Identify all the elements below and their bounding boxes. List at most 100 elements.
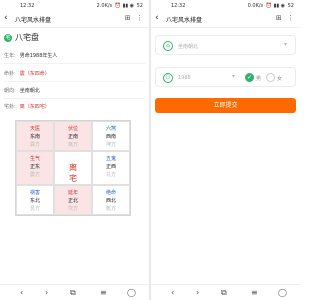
back-icon[interactable]: ‹ bbox=[4, 13, 8, 23]
status-icons: ⏰ ▮▮ ◉ bbox=[114, 3, 135, 9]
more-icon[interactable]: ⋮ bbox=[136, 14, 143, 22]
back-icon[interactable]: ‹ bbox=[155, 13, 159, 23]
direction: 正西 bbox=[105, 164, 116, 170]
chevron-down-icon: ▾ bbox=[283, 41, 287, 48]
title-actions: ⊞ ⋮ bbox=[122, 14, 143, 22]
info-row-house-trigram: 宅卦: 离（东四宅） bbox=[4, 103, 50, 110]
title-bar: ‹ 八宅风水排盘 ⊞ ⋮ bbox=[151, 11, 300, 27]
direction: 西北 bbox=[105, 198, 116, 204]
status-time: 12:32 bbox=[171, 3, 186, 9]
battery-level: 52 bbox=[287, 3, 294, 9]
status-right: 2.0K/s ⏰ ▮▮ ◉ 52 bbox=[96, 3, 143, 9]
more-icon[interactable]: ⋮ bbox=[287, 14, 294, 22]
direction: 东北 bbox=[29, 198, 40, 204]
user-icon: ⚇ bbox=[163, 73, 173, 83]
orientation-placeholder: 坐南朝北 bbox=[178, 44, 199, 50]
trigram-label: 坤方 bbox=[105, 142, 116, 148]
male-label: 男 bbox=[256, 76, 262, 82]
grid-center: 离宅 bbox=[54, 151, 92, 185]
grid-cell: 祸害 东北 艮方 bbox=[16, 185, 54, 215]
status-bar: 12:32 2.0K/s ⏰ ▮▮ ◉ 52 bbox=[0, 0, 149, 11]
trigram-label: 兑方 bbox=[105, 172, 116, 178]
info-value: 男命1988年生人 bbox=[19, 53, 58, 59]
status-right: 0.0K/s ⏰ ▮▮ ◉ 52 bbox=[247, 3, 294, 9]
info-value: 震（东四命） bbox=[19, 71, 50, 77]
nav-bar: ‹ › ⧉ ≡ ◯ bbox=[0, 284, 149, 300]
network-speed: 0.0K/s bbox=[247, 3, 264, 9]
right-screen: 12:32 0.0K/s ⏰ ▮▮ ◉ 52 ‹ 八宅风水排盘 ⊞ ⋮ ⌂ 坐南… bbox=[151, 0, 300, 300]
status-time: 12:32 bbox=[20, 3, 35, 9]
nav-menu-icon[interactable]: ≡ bbox=[100, 288, 107, 297]
trigram-label: 艮方 bbox=[29, 206, 40, 212]
status-icons: ⏰ ▮▮ ◉ bbox=[265, 3, 286, 9]
title-bar: ‹ 八宅风水排盘 ⊞ ⋮ bbox=[0, 11, 149, 27]
nav-menu-icon[interactable]: ≡ bbox=[251, 288, 258, 297]
nav-tabs-icon[interactable]: ⧉ bbox=[221, 288, 227, 298]
network-speed: 2.0K/s bbox=[96, 3, 113, 9]
star-name: 祸害 bbox=[29, 190, 40, 196]
grid-icon[interactable]: ⊞ bbox=[125, 14, 131, 22]
house-icon: ⌂ bbox=[163, 41, 173, 51]
chevron-down-icon[interactable]: ▾ bbox=[232, 73, 235, 80]
nav-home-icon[interactable]: ◯ bbox=[127, 288, 136, 297]
submit-button[interactable]: 立即提交 bbox=[155, 98, 296, 113]
nav-forward-icon[interactable]: › bbox=[196, 288, 199, 297]
direction: 正北 bbox=[67, 198, 78, 204]
nav-home-icon[interactable]: ◯ bbox=[278, 288, 287, 297]
star-name: 生气 bbox=[29, 156, 40, 162]
grid-icon[interactable]: ⊞ bbox=[276, 14, 282, 22]
grid-cell: 伏位 正南 离方 bbox=[54, 121, 92, 151]
orientation-select[interactable]: ⌂ 坐南朝北 ▾ bbox=[155, 35, 296, 55]
direction: 正东 bbox=[29, 164, 40, 170]
page-title: 八宅风水排盘 bbox=[166, 17, 203, 24]
female-radio[interactable] bbox=[266, 73, 275, 82]
grid-cell: 五鬼 正西 兑方 bbox=[92, 151, 130, 185]
star-name: 六煞 bbox=[105, 126, 116, 132]
center-char: 宅 bbox=[69, 174, 77, 183]
star-name: 延年 bbox=[67, 190, 78, 196]
star-name: 伏位 bbox=[67, 126, 78, 132]
grid-cell: 天医 东南 巽方 bbox=[16, 121, 54, 151]
trigram-label: 离方 bbox=[67, 142, 78, 148]
info-value: 坐南朝北 bbox=[19, 88, 40, 94]
battery-level: 52 bbox=[136, 3, 143, 9]
grid-cell: 延年 正北 坎方 bbox=[54, 185, 92, 215]
trigram-label: 震方 bbox=[29, 172, 40, 178]
star-name: 五鬼 bbox=[105, 156, 116, 162]
info-label: 命卦: bbox=[4, 71, 16, 77]
page-title: 八宅风水排盘 bbox=[15, 17, 52, 24]
section-title: 八宅盘 bbox=[15, 33, 39, 42]
star-name: 绝命 bbox=[105, 190, 116, 196]
house-icon: 宅 bbox=[4, 34, 12, 42]
info-row-birth-year: 生年: 男命1988年生人 bbox=[4, 52, 57, 59]
info-row-life-trigram: 命卦: 震（东四命） bbox=[4, 70, 50, 77]
nav-back-icon[interactable]: ‹ bbox=[20, 288, 23, 297]
title-actions: ⊞ ⋮ bbox=[273, 14, 294, 22]
info-label: 宅卦: bbox=[4, 104, 16, 110]
female-label: 女 bbox=[277, 76, 283, 82]
section-header: 宅八宅盘 bbox=[4, 32, 39, 43]
star-name: 天医 bbox=[29, 126, 40, 132]
info-label: 生年: bbox=[4, 53, 16, 59]
direction: 正南 bbox=[67, 134, 78, 140]
nav-back-icon[interactable]: ‹ bbox=[171, 288, 174, 297]
bagua-grid: 天医 东南 巽方 伏位 正南 离方 六煞 西南 坤方 生气 正东 震方离宅五鬼 正西 兑方 祸害 东北 艮方 延年… bbox=[15, 120, 131, 216]
grid-cell: 绝命 西北 乾方 bbox=[92, 185, 130, 215]
trigram-label: 乾方 bbox=[105, 206, 116, 212]
trigram-label: 巽方 bbox=[29, 142, 40, 148]
left-screen: 12:32 2.0K/s ⏰ ▮▮ ◉ 52 ‹ 八宅风水排盘 ⊞ ⋮ 宅八宅盘… bbox=[0, 0, 149, 300]
birth-year-row: ⚇ 1988 ▾ ✓ 男 女 bbox=[155, 67, 296, 87]
direction: 东南 bbox=[29, 134, 40, 140]
birth-year-select[interactable]: 1988 bbox=[178, 75, 191, 81]
center-char: 离 bbox=[69, 163, 77, 172]
male-radio[interactable]: ✓ bbox=[245, 73, 254, 82]
direction: 西南 bbox=[105, 134, 116, 140]
grid-cell: 六煞 西南 坤方 bbox=[92, 121, 130, 151]
info-row-orientation: 朝向: 坐南朝北 bbox=[4, 87, 40, 94]
info-label: 朝向: bbox=[4, 88, 16, 94]
nav-forward-icon[interactable]: › bbox=[45, 288, 48, 297]
trigram-label: 坎方 bbox=[67, 206, 78, 212]
status-bar: 12:32 0.0K/s ⏰ ▮▮ ◉ 52 bbox=[151, 0, 300, 11]
info-value: 离（东四宅） bbox=[19, 104, 50, 110]
nav-tabs-icon[interactable]: ⧉ bbox=[70, 288, 76, 298]
